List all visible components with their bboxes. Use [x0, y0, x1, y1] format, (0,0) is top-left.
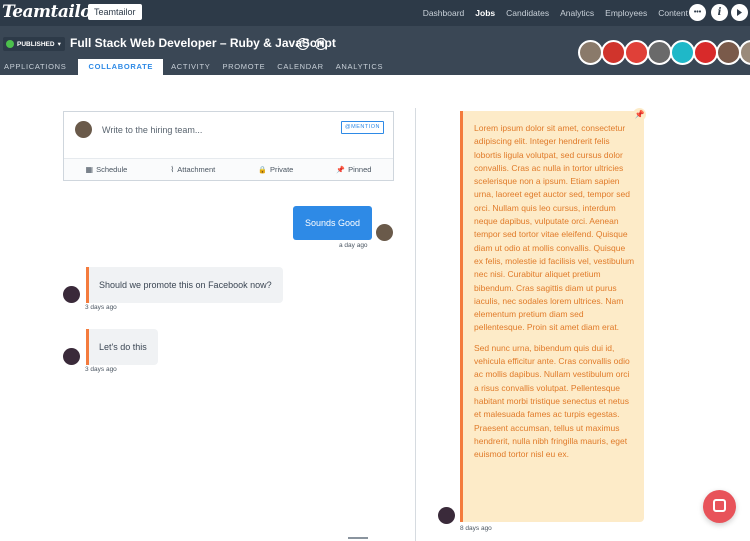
message-bubble: Let's do this	[86, 329, 158, 365]
nav-jobs[interactable]: Jobs	[475, 8, 495, 18]
pinned-toggle[interactable]: 📌 Pinned	[336, 165, 371, 174]
hiring-team-avatars	[578, 40, 750, 65]
team-member-avatar[interactable]	[624, 40, 649, 65]
job-title: Full Stack Web Developer – Ruby & JavaSc…	[70, 36, 336, 50]
attachment-button[interactable]: ⌇ Attachment	[170, 165, 215, 174]
main-nav: Dashboard Jobs Candidates Analytics Empl…	[423, 0, 688, 26]
message-timestamp: 3 days ago	[85, 304, 117, 311]
team-member-avatar[interactable]	[670, 40, 695, 65]
tab-activity[interactable]: ACTIVITY	[167, 59, 218, 75]
message-bubble: Should we promote this on Facebook now?	[86, 267, 283, 303]
pinned-note-paragraph: Lorem ipsum dolor sit amet, consectetur …	[474, 123, 635, 333]
pin-icon: 📌	[336, 166, 346, 174]
team-member-avatar[interactable]	[578, 40, 603, 65]
message-timestamp: a day ago	[339, 242, 368, 249]
message-input[interactable]: Write to the hiring team...	[102, 125, 202, 135]
status-dot-icon	[6, 40, 14, 48]
calendar-icon: ▦	[85, 165, 94, 174]
team-member-avatar[interactable]	[716, 40, 741, 65]
tab-calendar[interactable]: CALENDAR	[273, 59, 331, 75]
message-composer: Write to the hiring team... @MENTION ▦ S…	[63, 111, 394, 181]
pinned-label: Pinned	[348, 165, 372, 174]
avatar	[376, 224, 393, 241]
scroll-indicator	[348, 537, 368, 539]
teamtailor-logo[interactable]: Teamtailor	[2, 2, 100, 22]
status-dropdown[interactable]: PUBLISHED ▾	[3, 37, 65, 51]
own-message-bubble: Sounds Good	[293, 206, 372, 240]
tab-analytics[interactable]: ANALYTICS	[332, 59, 391, 75]
nav-content[interactable]: Content	[658, 8, 688, 18]
chat-launcher-button[interactable]	[703, 490, 736, 523]
team-member-avatar[interactable]	[739, 40, 750, 65]
tab-applications[interactable]: APPLICATIONS	[0, 59, 74, 75]
paperclip-icon: ⌇	[170, 165, 175, 174]
schedule-button[interactable]: ▦ Schedule	[86, 165, 128, 174]
mention-button[interactable]: @MENTION	[341, 121, 384, 134]
column-divider	[415, 108, 416, 541]
edit-pencil-icon[interactable]: ✎	[297, 38, 309, 50]
team-member-avatar[interactable]	[647, 40, 672, 65]
info-icon[interactable]: i	[711, 4, 728, 21]
pinned-note-paragraph: Sed nunc urna, bibendum quis dui id, veh…	[474, 342, 630, 460]
company-switcher[interactable]: Teamtailor	[88, 4, 142, 20]
note-timestamp: 8 days ago	[460, 525, 492, 532]
message-timestamp: 3 days ago	[85, 366, 117, 373]
avatar	[75, 121, 92, 138]
more-menu-icon[interactable]: •••	[689, 4, 706, 21]
nav-analytics[interactable]: Analytics	[560, 8, 594, 18]
user-menu-icon[interactable]	[731, 4, 748, 21]
private-label: Private	[269, 165, 294, 174]
lock-icon: 🔒	[258, 166, 267, 174]
composer-toolbar: ▦ Schedule ⌇ Attachment 🔒 Private 📌 Pinn…	[64, 158, 393, 180]
private-toggle[interactable]: 🔒 Private	[258, 165, 293, 174]
attachment-label: Attachment	[177, 165, 216, 174]
status-label: PUBLISHED	[17, 40, 55, 48]
avatar	[63, 348, 80, 365]
avatar	[438, 507, 455, 524]
team-member-avatar[interactable]	[693, 40, 718, 65]
schedule-label: Schedule	[96, 165, 128, 174]
tab-promote[interactable]: PROMOTE	[218, 59, 273, 75]
avatar	[63, 286, 80, 303]
pinned-note: Lorem ipsum dolor sit amet, consectetur …	[460, 111, 644, 522]
job-tabs: APPLICATIONS COLLABORATE ACTIVITY PROMOT…	[0, 59, 391, 75]
nav-dashboard[interactable]: Dashboard	[423, 8, 465, 18]
tab-collaborate[interactable]: COLLABORATE	[78, 59, 164, 75]
chat-bubble-icon	[713, 499, 726, 512]
top-navigation-bar: Teamtailor Teamtailor Dashboard Jobs Can…	[0, 0, 750, 26]
pin-icon[interactable]: 📌	[633, 108, 646, 121]
preview-eye-icon[interactable]: ◉	[315, 38, 327, 50]
nav-candidates[interactable]: Candidates	[506, 8, 549, 18]
chevron-down-icon: ▾	[57, 41, 61, 48]
team-member-avatar[interactable]	[601, 40, 626, 65]
nav-employees[interactable]: Employees	[605, 8, 647, 18]
